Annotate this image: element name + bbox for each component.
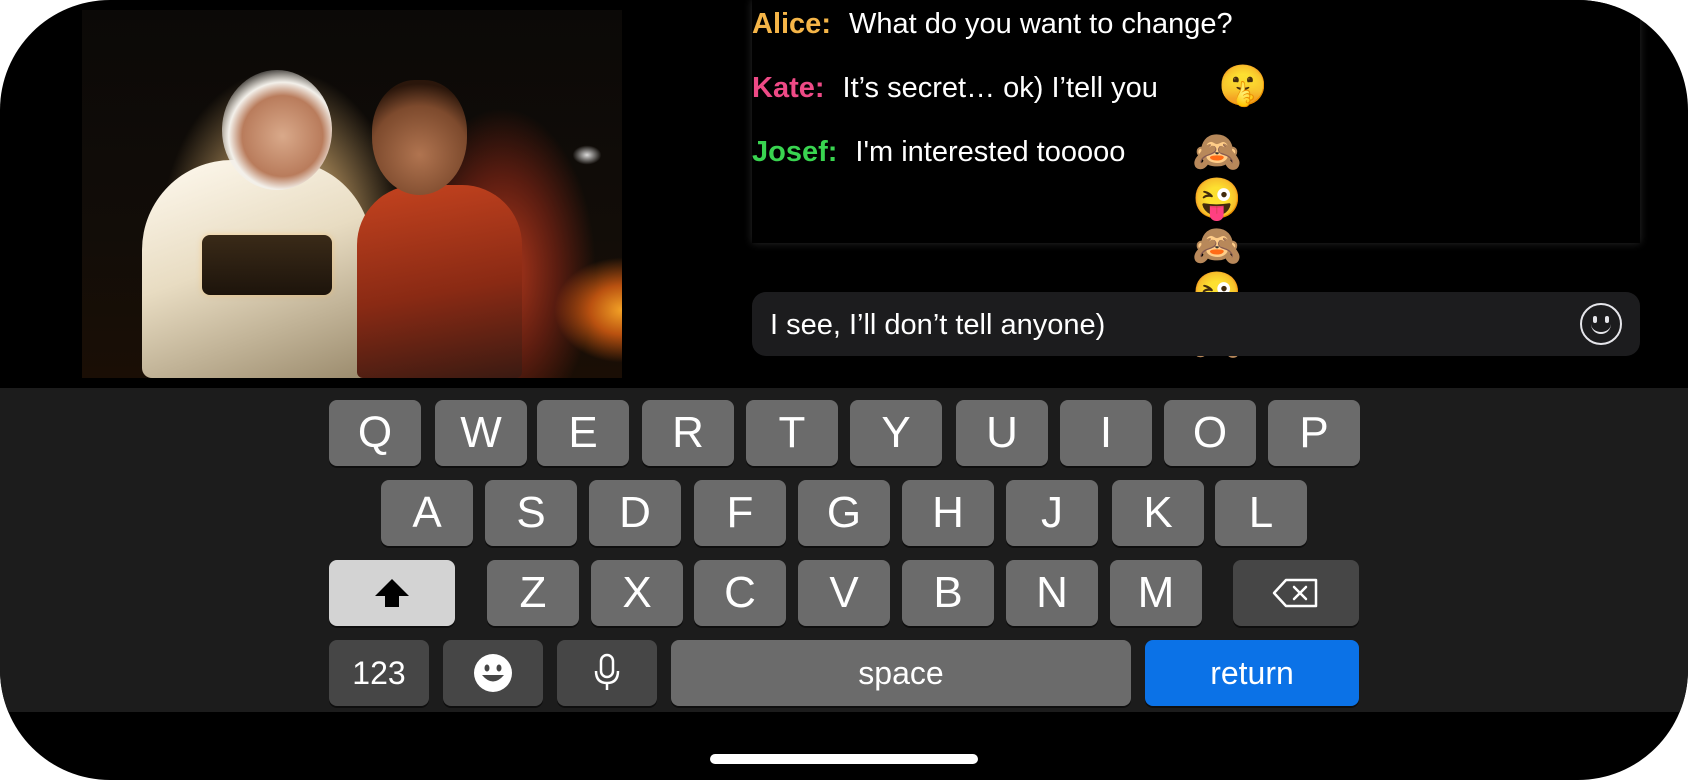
message-input[interactable] xyxy=(768,292,1562,358)
home-indicator[interactable] xyxy=(710,754,978,764)
key-t[interactable]: T xyxy=(746,400,838,466)
emoji-key[interactable] xyxy=(443,640,543,706)
message-author: Josef: xyxy=(752,135,838,168)
key-s[interactable]: S xyxy=(485,480,577,546)
key-w[interactable]: W xyxy=(435,400,527,466)
video-figure xyxy=(202,235,332,295)
key-k[interactable]: K xyxy=(1112,480,1204,546)
key-r[interactable]: R xyxy=(642,400,734,466)
key-a[interactable]: A xyxy=(381,480,473,546)
message-input-box[interactable] xyxy=(752,292,1640,358)
key-l[interactable]: L xyxy=(1215,480,1307,546)
smiley-face-icon[interactable] xyxy=(1580,303,1622,345)
emoji-face-icon xyxy=(474,654,512,692)
key-c[interactable]: C xyxy=(694,560,786,626)
message-author: Alice: xyxy=(752,7,831,40)
key-v[interactable]: V xyxy=(798,560,890,626)
video-figure xyxy=(222,70,332,190)
chat-message: Alice: What do you want to change? xyxy=(752,4,1233,44)
key-n[interactable]: N xyxy=(1006,560,1098,626)
device-screen: Alice: What do you want to change? Kate:… xyxy=(0,0,1688,780)
shift-arrow-icon xyxy=(375,579,409,607)
delete-backspace-icon xyxy=(1272,578,1318,608)
key-i[interactable]: I xyxy=(1060,400,1152,466)
video-figure xyxy=(357,185,522,378)
microphone-icon xyxy=(594,653,620,690)
key-y[interactable]: Y xyxy=(850,400,942,466)
key-h[interactable]: H xyxy=(902,480,994,546)
key-x[interactable]: X xyxy=(591,560,683,626)
delete-key[interactable] xyxy=(1233,560,1359,626)
message-author: Kate: xyxy=(752,71,825,104)
key-m[interactable]: M xyxy=(1110,560,1202,626)
key-f[interactable]: F xyxy=(694,480,786,546)
chat-panel: Alice: What do you want to change? Kate:… xyxy=(752,0,1640,362)
numbers-key[interactable]: 123 xyxy=(329,640,429,706)
video-frame[interactable] xyxy=(82,10,622,378)
key-z[interactable]: Z xyxy=(487,560,579,626)
chat-message: Josef: I'm interested tooooo 🙈😜🙈😜🙈 xyxy=(752,130,1242,362)
video-figure xyxy=(372,80,467,195)
key-d[interactable]: D xyxy=(589,480,681,546)
return-key[interactable]: return xyxy=(1145,640,1359,706)
key-j[interactable]: J xyxy=(1006,480,1098,546)
keyboard: Q W E R T Y U I O P A S D F G H J K L Z … xyxy=(0,388,1688,712)
key-g[interactable]: G xyxy=(798,480,890,546)
key-b[interactable]: B xyxy=(902,560,994,626)
space-key[interactable]: space xyxy=(671,640,1131,706)
key-e[interactable]: E xyxy=(537,400,629,466)
message-text: I'm interested tooooo xyxy=(855,135,1126,168)
smiley-mouth xyxy=(1591,321,1611,334)
message-text: It’s secret… ok) I’tell you xyxy=(842,71,1158,104)
key-u[interactable]: U xyxy=(956,400,1048,466)
microphone-key[interactable] xyxy=(557,640,657,706)
key-p[interactable]: P xyxy=(1268,400,1360,466)
key-o[interactable]: O xyxy=(1164,400,1256,466)
message-emoji: 🤫 xyxy=(1218,64,1270,108)
chat-message: Kate: It’s secret… ok) I’tell you 🤫 xyxy=(752,64,1268,108)
key-q[interactable]: Q xyxy=(329,400,421,466)
shift-key[interactable] xyxy=(329,560,455,626)
message-text: What do you want to change? xyxy=(848,7,1233,40)
